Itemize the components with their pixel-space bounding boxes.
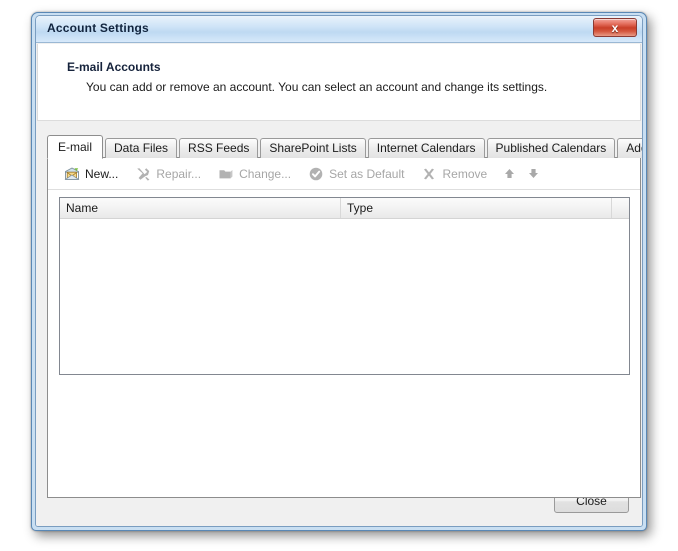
- dialog-inner-frame: Account Settings x E-mail Accounts You c…: [35, 15, 643, 527]
- repair-account-label: Repair...: [156, 166, 202, 181]
- column-header-spacer[interactable]: [612, 198, 629, 218]
- move-up-arrow-icon[interactable]: [498, 163, 520, 185]
- set-as-default-button[interactable]: Set as Default: [302, 162, 409, 186]
- close-button[interactable]: x: [593, 18, 637, 37]
- change-folder-icon: [217, 166, 235, 182]
- set-default-check-icon: [307, 166, 325, 182]
- tab-strip: E-mail Data Files RSS Feeds SharePoint L…: [47, 135, 642, 159]
- remove-account-label: Remove: [442, 166, 488, 181]
- new-account-button[interactable]: New...: [58, 162, 123, 186]
- screenshot-root: Account Settings x E-mail Accounts You c…: [0, 0, 678, 551]
- close-icon: x: [611, 21, 619, 35]
- remove-account-button[interactable]: Remove: [415, 162, 492, 186]
- page-title: E-mail Accounts: [67, 60, 161, 74]
- set-as-default-label: Set as Default: [329, 166, 405, 181]
- new-mail-icon: [63, 166, 81, 182]
- tab-panel-email: New... Repair... Change... Set as Defaul…: [47, 157, 641, 498]
- column-header-name[interactable]: Name: [60, 198, 341, 218]
- tab-rss-feeds[interactable]: RSS Feeds: [179, 138, 259, 158]
- tab-internet-calendars[interactable]: Internet Calendars: [367, 138, 485, 158]
- remove-x-icon: [420, 166, 438, 182]
- tab-label: RSS Feeds: [188, 141, 250, 155]
- change-account-label: Change...: [239, 166, 292, 181]
- change-account-button[interactable]: Change...: [212, 162, 296, 186]
- new-account-label: New...: [85, 166, 119, 181]
- tab-label: Internet Calendars: [376, 141, 476, 155]
- page-subtitle: You can add or remove an account. You ca…: [86, 80, 548, 94]
- tab-label: Published Calendars: [495, 141, 607, 155]
- tab-label: Address Books: [626, 141, 642, 155]
- column-header-type[interactable]: Type: [341, 198, 612, 218]
- dialog-title: Account Settings: [47, 21, 149, 35]
- tab-label: SharePoint Lists: [269, 141, 357, 155]
- accounts-list-header: Name Type: [60, 198, 629, 219]
- tab-address-books[interactable]: Address Books: [617, 138, 642, 158]
- tab-label: E-mail: [58, 140, 93, 154]
- move-down-arrow-icon[interactable]: [522, 163, 544, 185]
- tab-data-files[interactable]: Data Files: [105, 138, 178, 158]
- header-band: E-mail Accounts You can add or remove an…: [37, 44, 641, 121]
- tab-published-calendars[interactable]: Published Calendars: [486, 138, 616, 158]
- tab-email[interactable]: E-mail: [47, 135, 104, 159]
- dialog-client-area: E-mail Accounts You can add or remove an…: [36, 43, 642, 526]
- tab-sharepoint-lists[interactable]: SharePoint Lists: [260, 138, 366, 158]
- tab-label: Data Files: [114, 141, 169, 155]
- repair-account-button[interactable]: Repair...: [129, 162, 206, 186]
- accounts-list-body[interactable]: [60, 219, 629, 374]
- accounts-list[interactable]: Name Type: [59, 197, 630, 375]
- title-bar: Account Settings x: [36, 16, 642, 43]
- repair-tools-icon: [134, 166, 152, 182]
- accounts-toolbar: New... Repair... Change... Set as Defaul…: [48, 158, 640, 190]
- account-settings-dialog: Account Settings x E-mail Accounts You c…: [31, 12, 647, 531]
